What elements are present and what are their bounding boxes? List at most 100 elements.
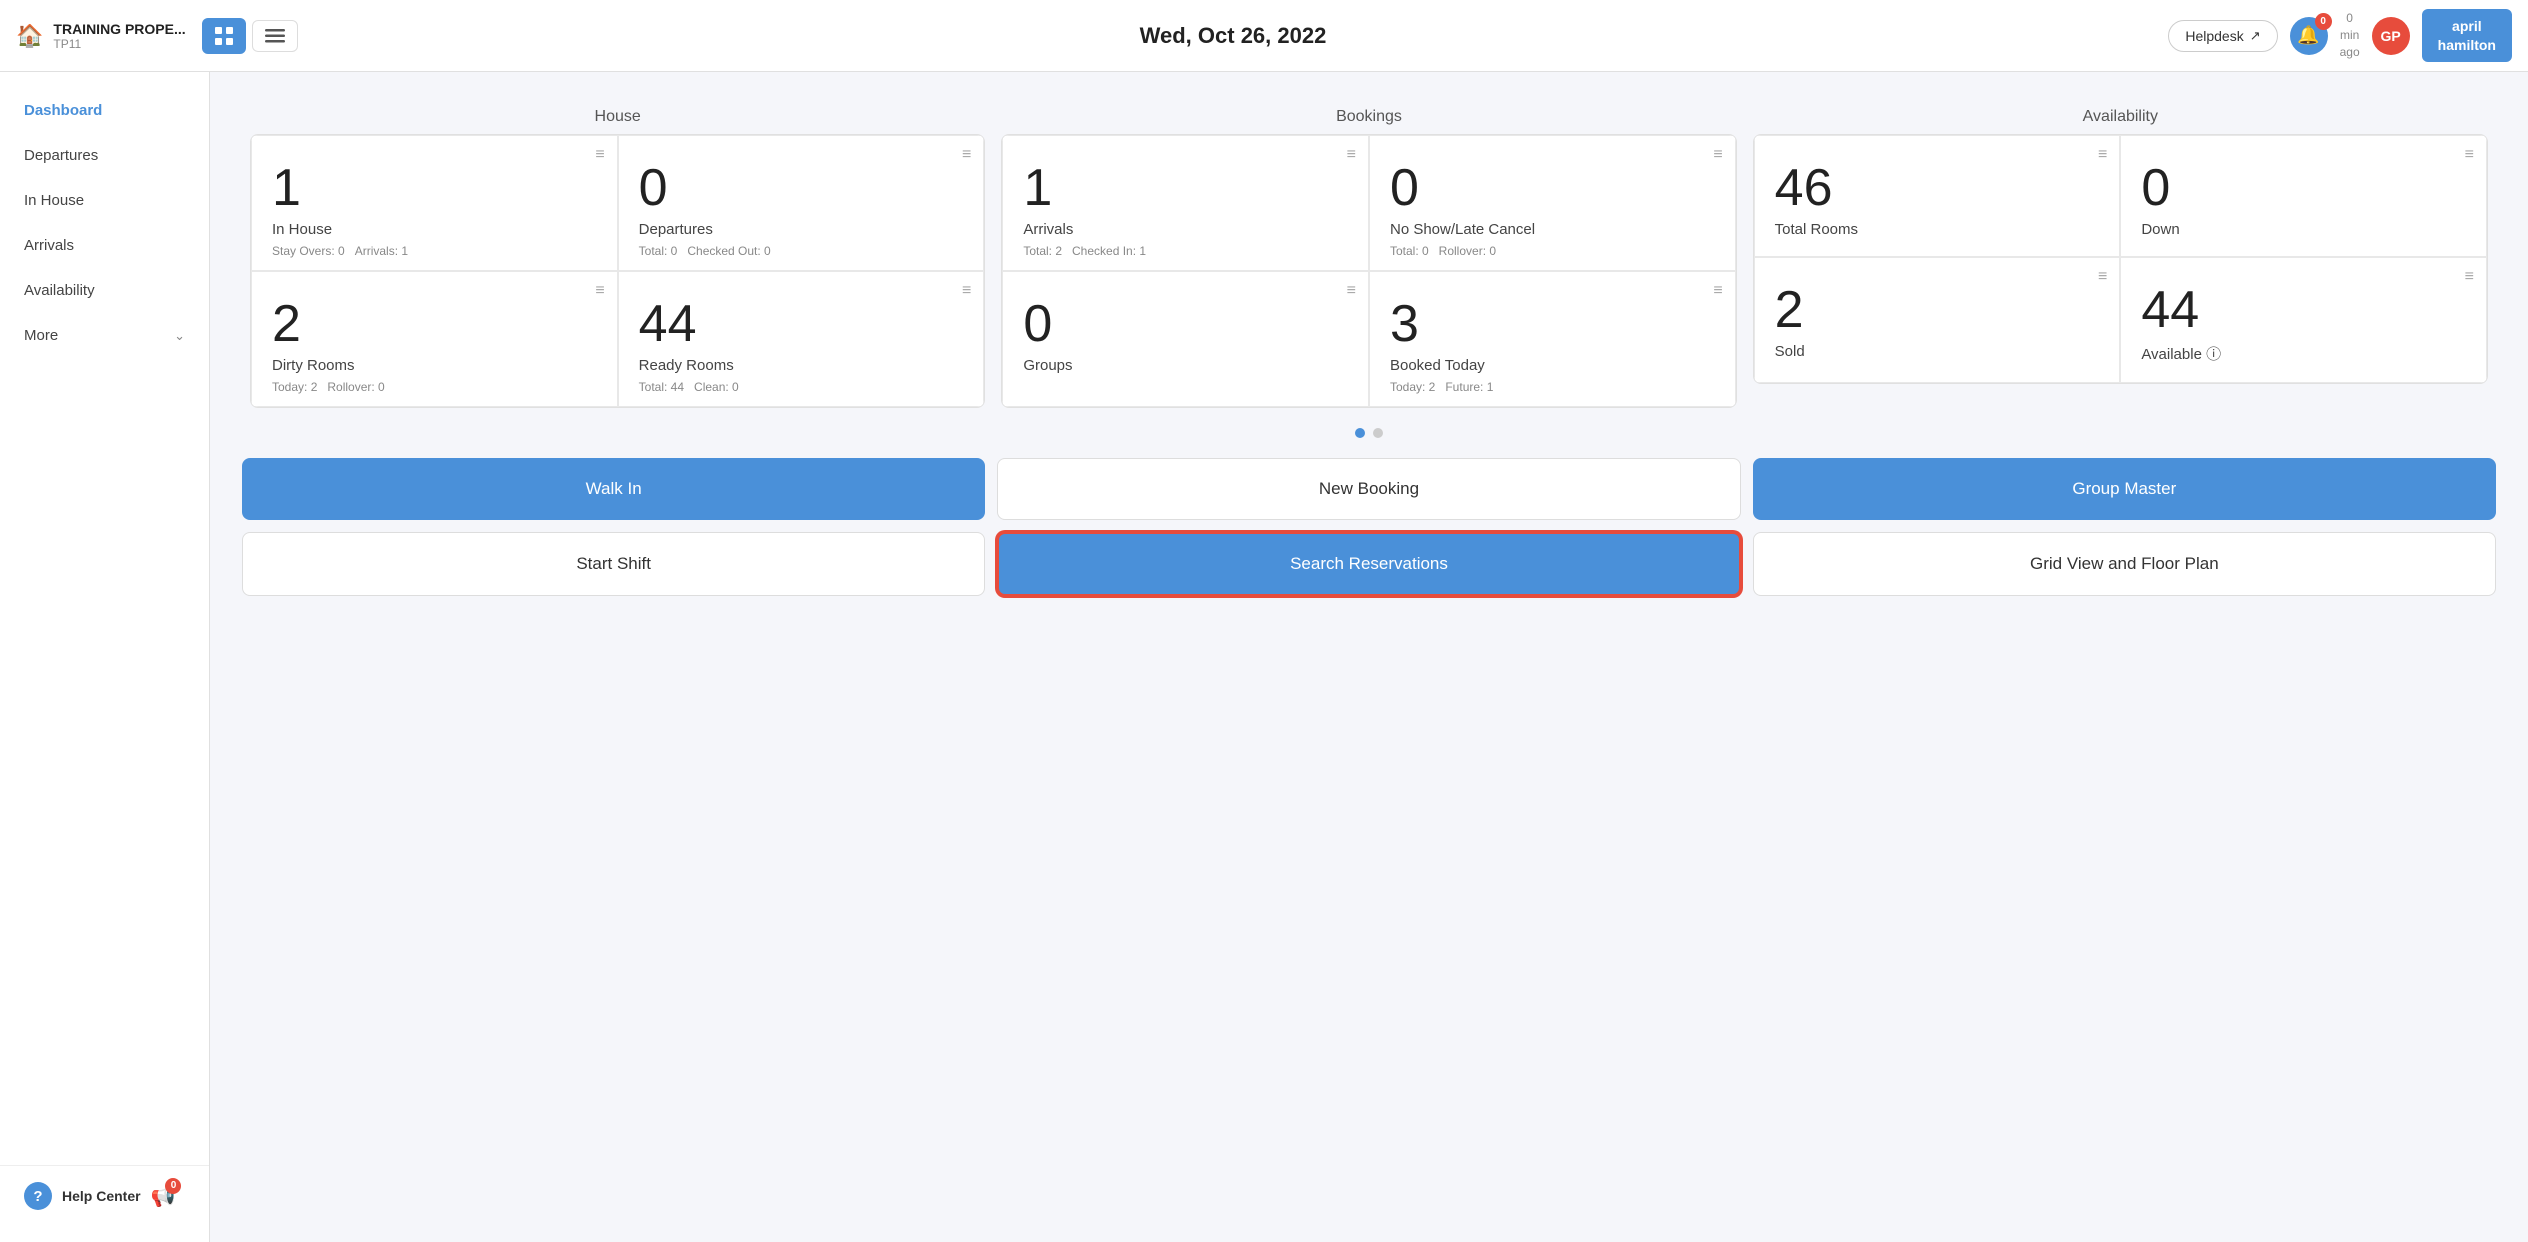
dashboard-content: House ≡ 1 In House Stay Overs: 0 Arrival… [210, 72, 2528, 1242]
arrivals-card: ≡ 1 Arrivals Total: 2 Checked In: 1 [1002, 135, 1369, 271]
group-master-button[interactable]: Group Master [1753, 458, 2496, 520]
action-row-1: Walk In New Booking Group Master [242, 458, 2496, 520]
helpdesk-button[interactable]: Helpdesk ↗ [2168, 20, 2277, 52]
departures-number: 0 [639, 160, 964, 217]
pagination-dot-2[interactable] [1373, 428, 1383, 438]
header-right: Helpdesk ↗ 🔔 0 0minago GP aprilhamilton [2168, 9, 2512, 61]
helpdesk-label: Helpdesk [2185, 28, 2243, 44]
dirty-rooms-card: ≡ 2 Dirty Rooms Today: 2 Rollover: 0 [251, 271, 618, 407]
header-date: Wed, Oct 26, 2022 [298, 23, 2169, 49]
dirty-rooms-sub: Today: 2 Rollover: 0 [272, 380, 597, 394]
ready-rooms-number: 44 [639, 296, 964, 353]
ready-rooms-sub: Total: 44 Clean: 0 [639, 380, 964, 394]
down-filter-icon[interactable]: ≡ [2465, 146, 2474, 164]
in-house-filter-icon[interactable]: ≡ [595, 146, 604, 164]
external-link-icon: ↗ [2250, 28, 2261, 44]
no-show-card: ≡ 0 No Show/Late Cancel Total: 0 Rollove… [1369, 135, 1736, 271]
avatar: GP [2372, 17, 2410, 55]
total-rooms-label: Total Rooms [1775, 221, 2100, 238]
departures-filter-icon[interactable]: ≡ [962, 146, 971, 164]
bookings-section: Bookings ≡ 1 Arrivals Total: 2 Checked I… [993, 96, 1744, 408]
booked-today-sub: Today: 2 Future: 1 [1390, 380, 1715, 394]
groups-label: Groups [1023, 357, 1348, 374]
sold-label: Sold [1775, 343, 2100, 360]
in-house-sub: Stay Overs: 0 Arrivals: 1 [272, 244, 597, 258]
departures-sub: Total: 0 Checked Out: 0 [639, 244, 964, 258]
availability-cards: ≡ 46 Total Rooms ≡ 0 Down [1753, 134, 2488, 384]
new-booking-button[interactable]: New Booking [997, 458, 1740, 520]
sold-filter-icon[interactable]: ≡ [2098, 268, 2107, 286]
available-number: 44 [2141, 282, 2466, 339]
bookings-section-header: Bookings [993, 96, 1744, 134]
arrivals-filter-icon[interactable]: ≡ [1347, 146, 1356, 164]
no-show-sub: Total: 0 Rollover: 0 [1390, 244, 1715, 258]
sidebar-item-inhouse[interactable]: In House [0, 178, 209, 223]
menu-button[interactable] [252, 20, 298, 52]
no-show-filter-icon[interactable]: ≡ [1713, 146, 1722, 164]
available-label: Available ⓘ [2141, 343, 2466, 364]
start-shift-button[interactable]: Start Shift [242, 532, 985, 596]
section-grid: House ≡ 1 In House Stay Overs: 0 Arrival… [242, 96, 2496, 408]
groups-number: 0 [1023, 296, 1348, 353]
down-card: ≡ 0 Down [2120, 135, 2487, 257]
ready-rooms-label: Ready Rooms [639, 357, 964, 374]
availability-section-header: Availability [1745, 96, 2496, 134]
no-show-label: No Show/Late Cancel [1390, 221, 1715, 238]
ready-rooms-filter-icon[interactable]: ≡ [962, 282, 971, 300]
notifications-button[interactable]: 🔔 0 [2290, 17, 2328, 55]
booked-today-filter-icon[interactable]: ≡ [1713, 282, 1722, 300]
down-label: Down [2141, 221, 2466, 238]
available-card: ≡ 44 Available ⓘ [2120, 257, 2487, 383]
house-section: House ≡ 1 In House Stay Overs: 0 Arrival… [242, 96, 993, 408]
dirty-rooms-filter-icon[interactable]: ≡ [595, 282, 604, 300]
brand-sub: TP11 [53, 37, 185, 51]
sidebar: Dashboard Departures In House Arrivals A… [0, 72, 210, 1242]
sidebar-item-departures[interactable]: Departures [0, 133, 209, 178]
walk-in-button[interactable]: Walk In [242, 458, 985, 520]
total-rooms-number: 46 [1775, 160, 2100, 217]
sidebar-item-more[interactable]: More ⌄ [0, 313, 209, 358]
megaphone-wrap: 📢 0 [151, 1184, 176, 1209]
megaphone-badge: 0 [165, 1178, 181, 1194]
brand-name: TRAINING PROPE... [53, 21, 185, 37]
sidebar-nav: Dashboard Departures In House Arrivals A… [0, 88, 209, 1165]
no-show-number: 0 [1390, 160, 1715, 217]
hamburger-icon [265, 29, 285, 43]
available-filter-icon[interactable]: ≡ [2465, 268, 2474, 286]
total-rooms-filter-icon[interactable]: ≡ [2098, 146, 2107, 164]
departures-label: Departures [639, 221, 964, 238]
house-cards: ≡ 1 In House Stay Overs: 0 Arrivals: 1 ≡… [250, 134, 985, 408]
search-reservations-button[interactable]: Search Reservations [997, 532, 1740, 596]
in-house-card: ≡ 1 In House Stay Overs: 0 Arrivals: 1 [251, 135, 618, 271]
header-brand: TRAINING PROPE... TP11 [53, 21, 185, 51]
grid-view-button[interactable] [202, 18, 246, 54]
sidebar-footer[interactable]: ? Help Center 📢 0 [0, 1165, 209, 1226]
sidebar-item-availability[interactable]: Availability [0, 268, 209, 313]
help-center-label: Help Center [62, 1188, 141, 1204]
more-label: More [24, 327, 58, 344]
dirty-rooms-label: Dirty Rooms [272, 357, 597, 374]
departures-card: ≡ 0 Departures Total: 0 Checked Out: 0 [618, 135, 985, 271]
ready-rooms-card: ≡ 44 Ready Rooms Total: 44 Clean: 0 [618, 271, 985, 407]
total-rooms-card: ≡ 46 Total Rooms [1754, 135, 2121, 257]
pagination-dot-1[interactable] [1355, 428, 1365, 438]
help-icon: ? [24, 1182, 52, 1210]
arrivals-sub: Total: 2 Checked In: 1 [1023, 244, 1348, 258]
arrivals-number: 1 [1023, 160, 1348, 217]
user-menu-button[interactable]: aprilhamilton [2422, 9, 2512, 61]
time-ago: 0minago [2340, 10, 2360, 60]
grid-view-floor-plan-button[interactable]: Grid View and Floor Plan [1753, 532, 2496, 596]
notification-badge: 0 [2315, 13, 2332, 30]
down-number: 0 [2141, 160, 2466, 217]
main-layout: Dashboard Departures In House Arrivals A… [0, 72, 2528, 1242]
in-house-label: In House [272, 221, 597, 238]
bookings-cards: ≡ 1 Arrivals Total: 2 Checked In: 1 ≡ 0 … [1001, 134, 1736, 408]
user-name: aprilhamilton [2438, 18, 2496, 52]
sidebar-item-arrivals[interactable]: Arrivals [0, 223, 209, 268]
groups-filter-icon[interactable]: ≡ [1347, 282, 1356, 300]
dirty-rooms-number: 2 [272, 296, 597, 353]
groups-card: ≡ 0 Groups [1002, 271, 1369, 407]
sidebar-item-dashboard[interactable]: Dashboard [0, 88, 209, 133]
app-container: 🏠 TRAINING PROPE... TP11 Wed, Oct 26, 20… [0, 0, 2528, 1242]
time-label: 0minago [2340, 11, 2360, 59]
